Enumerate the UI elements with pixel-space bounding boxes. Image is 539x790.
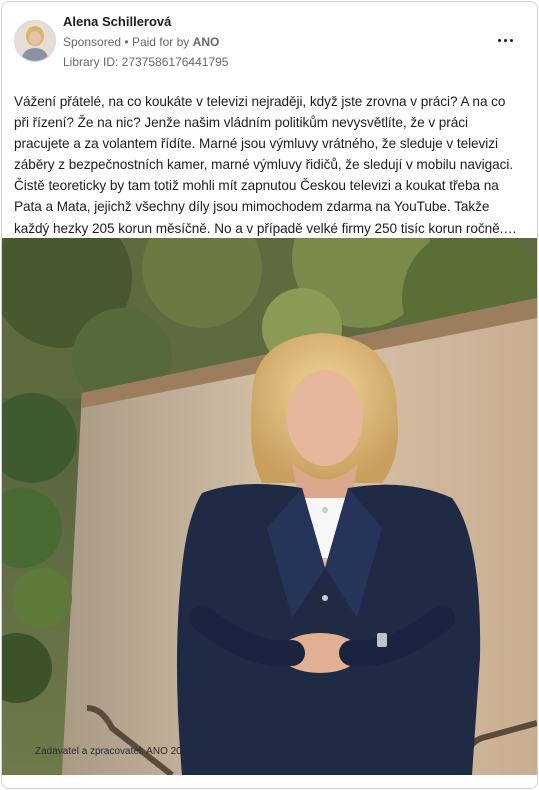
meta-separator: • xyxy=(124,35,129,49)
sponsored-line: Sponsored • Paid for by ANO xyxy=(63,35,219,49)
author-name[interactable]: Alena Schillerová xyxy=(63,14,171,29)
ad-photo xyxy=(2,238,537,775)
more-dots-icon xyxy=(498,39,501,42)
avatar-photo xyxy=(15,21,55,61)
image-caption: Zadavatel a zpracovatel: ANO 2011 xyxy=(35,746,193,757)
paid-for-by[interactable]: ANO xyxy=(193,35,220,49)
paid-for-prefix: Paid for by xyxy=(131,35,190,49)
post-body-text: Vážení přátelé, na co koukáte v televizi… xyxy=(14,94,517,236)
sponsored-label: Sponsored xyxy=(63,35,122,49)
author-avatar[interactable] xyxy=(14,20,56,62)
library-id: Library ID: 2737586176441795 xyxy=(63,55,229,69)
ad-image[interactable] xyxy=(2,238,537,775)
more-options-button[interactable] xyxy=(494,28,518,52)
post-header: Alena Schillerová Sponsored • Paid for b… xyxy=(2,2,537,82)
ad-card: Alena Schillerová Sponsored • Paid for b… xyxy=(1,1,538,789)
